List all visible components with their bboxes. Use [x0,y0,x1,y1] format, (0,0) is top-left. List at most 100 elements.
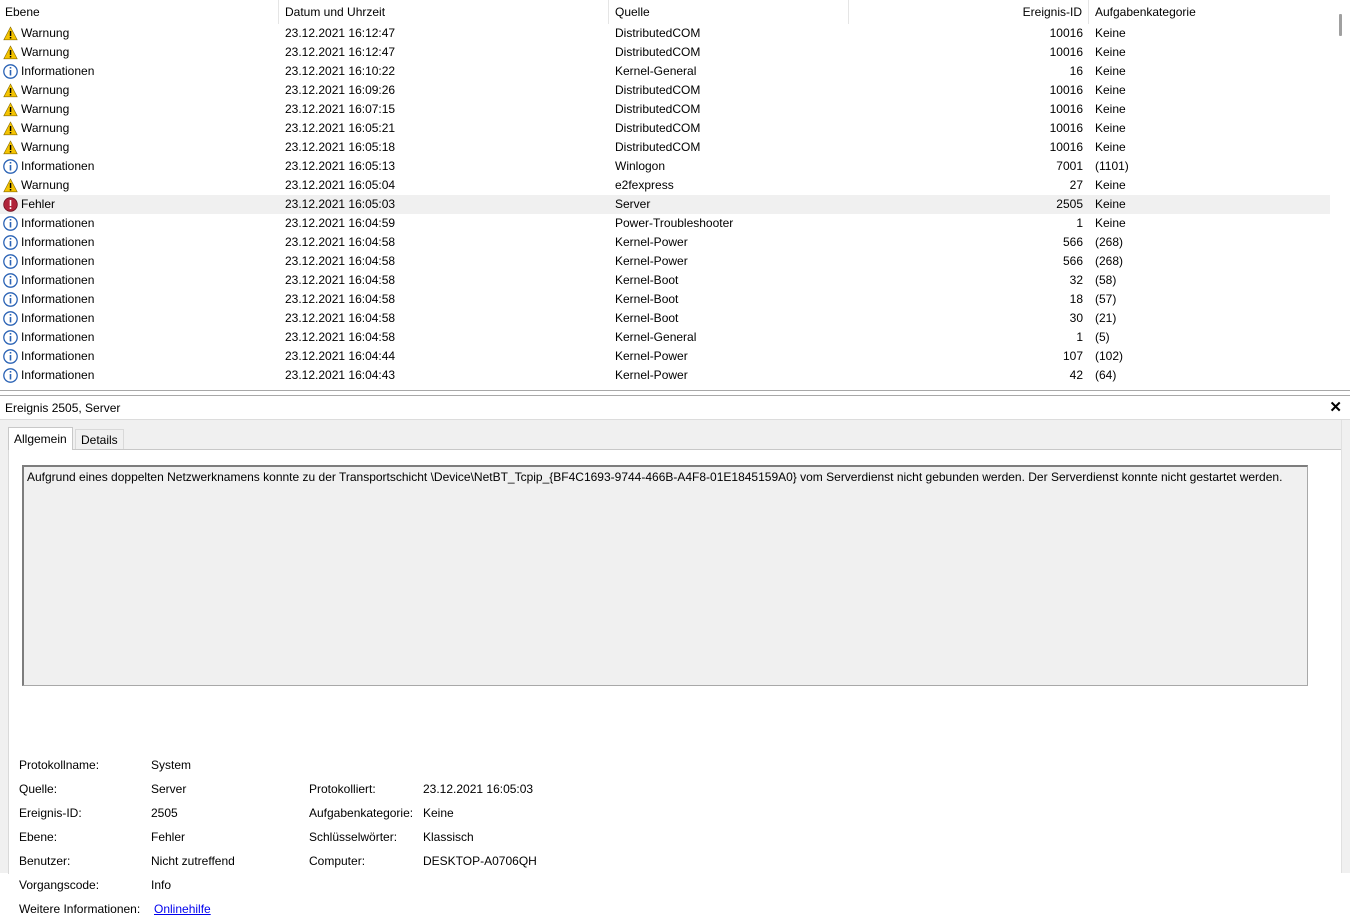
table-row[interactable]: Informationen 23.12.2021 16:04:43 Kernel-P… [0,366,1330,385]
table-row[interactable]: Warnung 23.12.2021 16:05:21 DistributedCOM… [0,119,1330,138]
table-row[interactable]: Informationen 23.12.2021 16:10:22 Kernel-G… [0,62,1330,81]
label-schluesselwoerter: Schlüsselwörter: [309,830,398,844]
cell-aufgabenkategorie: Keine [1095,121,1126,135]
cell-ebene: Informationen [3,157,273,176]
label-ereignis-id: Ereignis-ID: [19,806,82,820]
cell-quelle: Kernel-Power [615,254,688,268]
cell-quelle: DistributedCOM [615,102,701,116]
table-row[interactable]: Warnung 23.12.2021 16:12:47 DistributedCOM… [0,43,1330,62]
cell-aufgabenkategorie: (102) [1095,349,1124,363]
cell-ereignis-id: 42 [1069,368,1083,382]
table-row[interactable]: Fehler 23.12.2021 16:05:03 Server 2505 Keine [0,195,1330,214]
table-row[interactable]: Warnung 23.12.2021 16:05:18 DistributedCOM… [0,138,1330,157]
value-protokollname: System [151,758,192,772]
table-row[interactable]: Informationen 23.12.2021 16:04:58 Kernel-P… [0,233,1330,252]
table-row[interactable]: Informationen 23.12.2021 16:04:58 Kernel-B… [0,290,1330,309]
level-label: Informationen [21,368,95,382]
cell-ebene: Informationen [3,309,273,328]
cell-quelle: Kernel-Power [615,368,688,382]
information-icon [3,273,18,288]
level-label: Informationen [21,216,95,230]
warning-icon [3,121,18,136]
warning-icon [3,83,18,98]
cell-datum: 23.12.2021 16:04:44 [285,349,396,363]
column-header-quelle[interactable]: Quelle [609,0,849,24]
table-row[interactable]: Warnung 23.12.2021 16:12:47 DistributedCOM… [0,24,1330,43]
cell-aufgabenkategorie: Keine [1095,178,1126,192]
cell-datum: 23.12.2021 16:04:58 [285,330,396,344]
value-benutzer: Nicht zutreffend [151,854,235,868]
detail-title: Ereignis 2505, Server [5,401,121,415]
tab-allgemein[interactable]: Allgemein [8,427,73,450]
detail-scrollbar[interactable] [1341,420,1350,873]
scrollbar-thumb[interactable] [1339,14,1342,36]
cell-quelle: Winlogon [615,159,666,173]
level-label: Informationen [21,235,95,249]
cell-aufgabenkategorie: (268) [1095,235,1124,249]
cell-ebene: Informationen [3,233,273,252]
level-label: Informationen [21,292,95,306]
cell-ebene: Informationen [3,271,273,290]
cell-datum: 23.12.2021 16:04:43 [285,368,396,382]
close-icon[interactable]: ✕ [1329,398,1342,418]
table-row[interactable]: Warnung 23.12.2021 16:05:04 e2fexpress 27 Ke… [0,176,1330,195]
table-row[interactable]: Informationen 23.12.2021 16:04:44 Kernel-P… [0,347,1330,366]
cell-quelle: Kernel-Boot [615,273,679,287]
event-detail-pane: Ereignis 2505, Server ✕ Allgemein Detail… [0,396,1350,916]
cell-aufgabenkategorie: (268) [1095,254,1124,268]
label-weitere-informationen: Weitere Informationen: [19,902,141,916]
cell-ereignis-id: 10016 [1049,83,1083,97]
level-label: Warnung [21,121,70,135]
table-row[interactable]: Informationen 23.12.2021 16:04:58 Kernel-P… [0,252,1330,271]
cell-ebene: Informationen [3,252,273,271]
cell-ereignis-id: 7001 [1056,159,1083,173]
cell-quelle: Kernel-Power [615,235,688,249]
value-vorgangscode: Info [151,878,172,892]
cell-quelle: DistributedCOM [615,121,701,135]
column-header-aufgabenkategorie[interactable]: Aufgabenkategorie [1089,0,1330,24]
table-row[interactable]: Informationen 23.12.2021 16:04:59 Power-Tr… [0,214,1330,233]
column-header-ebene[interactable]: Ebene [0,0,279,24]
cell-ebene: Warnung [3,119,273,138]
table-row[interactable]: Warnung 23.12.2021 16:07:15 DistributedCOM… [0,100,1330,119]
table-row[interactable]: Informationen 23.12.2021 16:04:58 Kernel-B… [0,271,1330,290]
level-label: Warnung [21,140,70,154]
label-protokollname: Protokollname: [19,758,100,772]
cell-datum: 23.12.2021 16:04:58 [285,273,396,287]
cell-aufgabenkategorie: Keine [1095,45,1126,59]
cell-aufgabenkategorie: Keine [1095,26,1126,40]
table-row[interactable]: Informationen 23.12.2021 16:05:13 Winlogon… [0,157,1330,176]
cell-datum: 23.12.2021 16:05:03 [285,197,396,211]
cell-ereignis-id: 1 [1076,216,1083,230]
cell-quelle: Kernel-General [615,330,697,344]
column-header-datum[interactable]: Datum und Uhrzeit [279,0,609,24]
value-schluesselwoerter: Klassisch [423,830,474,844]
table-row[interactable]: Warnung 23.12.2021 16:09:26 DistributedCOM… [0,81,1330,100]
cell-ereignis-id: 2505 [1056,197,1083,211]
label-aufgabenkategorie: Aufgabenkategorie: [309,806,414,820]
cell-ereignis-id: 18 [1069,292,1083,306]
cell-quelle: Kernel-Boot [615,292,679,306]
cell-ebene: Informationen [3,366,273,385]
cell-ebene: Warnung [3,138,273,157]
cell-datum: 23.12.2021 16:05:13 [285,159,396,173]
information-icon [3,254,18,269]
event-list: Ebene Datum und Uhrzeit Quelle Ereignis-… [0,0,1350,390]
event-list-scrollbar[interactable] [1330,0,1350,390]
event-message[interactable]: Aufgrund eines doppelten Netzwerknamens … [22,465,1308,686]
information-icon [3,235,18,250]
column-header-ereignis-id[interactable]: Ereignis-ID [849,0,1089,24]
cell-ereignis-id: 10016 [1049,26,1083,40]
cell-ebene: Informationen [3,62,273,81]
cell-aufgabenkategorie: (21) [1095,311,1117,325]
table-row[interactable]: Informationen 23.12.2021 16:04:58 Kernel-B… [0,309,1330,328]
cell-ereignis-id: 27 [1069,178,1083,192]
cell-quelle: DistributedCOM [615,83,701,97]
tab-details[interactable]: Details [75,429,124,449]
table-row[interactable]: Informationen 23.12.2021 16:04:58 Kernel-G… [0,328,1330,347]
onlinehilfe-link[interactable]: Onlinehilfe [154,901,211,917]
cell-datum: 23.12.2021 16:05:04 [285,178,396,192]
cell-aufgabenkategorie: Keine [1095,102,1126,116]
warning-icon [3,26,18,41]
cell-quelle: DistributedCOM [615,26,701,40]
